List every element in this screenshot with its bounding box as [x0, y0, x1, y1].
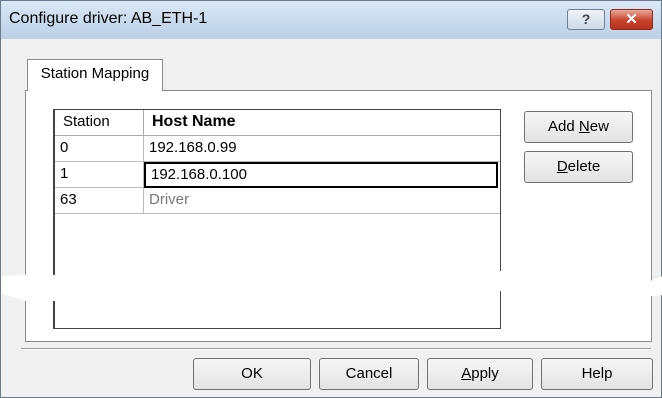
- close-icon: ✕: [625, 11, 638, 28]
- apply-label-post: pply: [471, 365, 499, 382]
- delete-label-post: elete: [567, 158, 601, 175]
- host-cell-editor[interactable]: 192.168.0.100: [144, 162, 498, 188]
- question-icon: ?: [581, 11, 591, 27]
- tab-label: Station Mapping: [40, 65, 150, 82]
- close-button[interactable]: ✕: [610, 9, 653, 30]
- tab-station-mapping[interactable]: Station Mapping: [27, 59, 163, 91]
- table-row[interactable]: 1 192.168.0.100: [55, 162, 500, 188]
- host-cell[interactable]: 192.168.0.99: [144, 136, 500, 162]
- host-cell[interactable]: Driver: [144, 188, 500, 214]
- delete-mnemonic: D: [556, 158, 568, 175]
- column-header-station[interactable]: Station: [55, 110, 144, 136]
- table-row[interactable]: 63 Driver: [55, 188, 500, 214]
- title-bar[interactable]: Configure driver: AB_ETH-1 ? ✕: [1, 1, 661, 39]
- station-cell[interactable]: 0: [55, 136, 144, 162]
- footer-divider: [21, 348, 651, 350]
- add-new-label-pre: Add: [548, 118, 579, 135]
- ok-button[interactable]: OK: [193, 358, 311, 390]
- apply-button[interactable]: Apply: [427, 358, 533, 390]
- add-new-label-post: ew: [589, 118, 609, 135]
- torn-edge-overlay: [1, 271, 662, 301]
- table-row[interactable]: 0 192.168.0.99: [55, 136, 500, 162]
- station-cell[interactable]: 1: [55, 162, 144, 188]
- window-title: Configure driver: AB_ETH-1: [9, 10, 208, 27]
- help-title-button[interactable]: ?: [567, 9, 605, 30]
- add-new-mnemonic: N: [578, 118, 590, 135]
- delete-button[interactable]: Delete: [524, 151, 633, 183]
- column-header-host-name[interactable]: Host Name: [144, 110, 500, 136]
- configure-driver-dialog: Configure driver: AB_ETH-1 ? ✕ Station M…: [0, 0, 662, 398]
- add-new-button[interactable]: Add New: [524, 111, 633, 143]
- cancel-button[interactable]: Cancel: [319, 358, 419, 390]
- station-cell[interactable]: 63: [55, 188, 144, 214]
- help-button[interactable]: Help: [541, 358, 653, 390]
- apply-mnemonic: A: [461, 365, 472, 382]
